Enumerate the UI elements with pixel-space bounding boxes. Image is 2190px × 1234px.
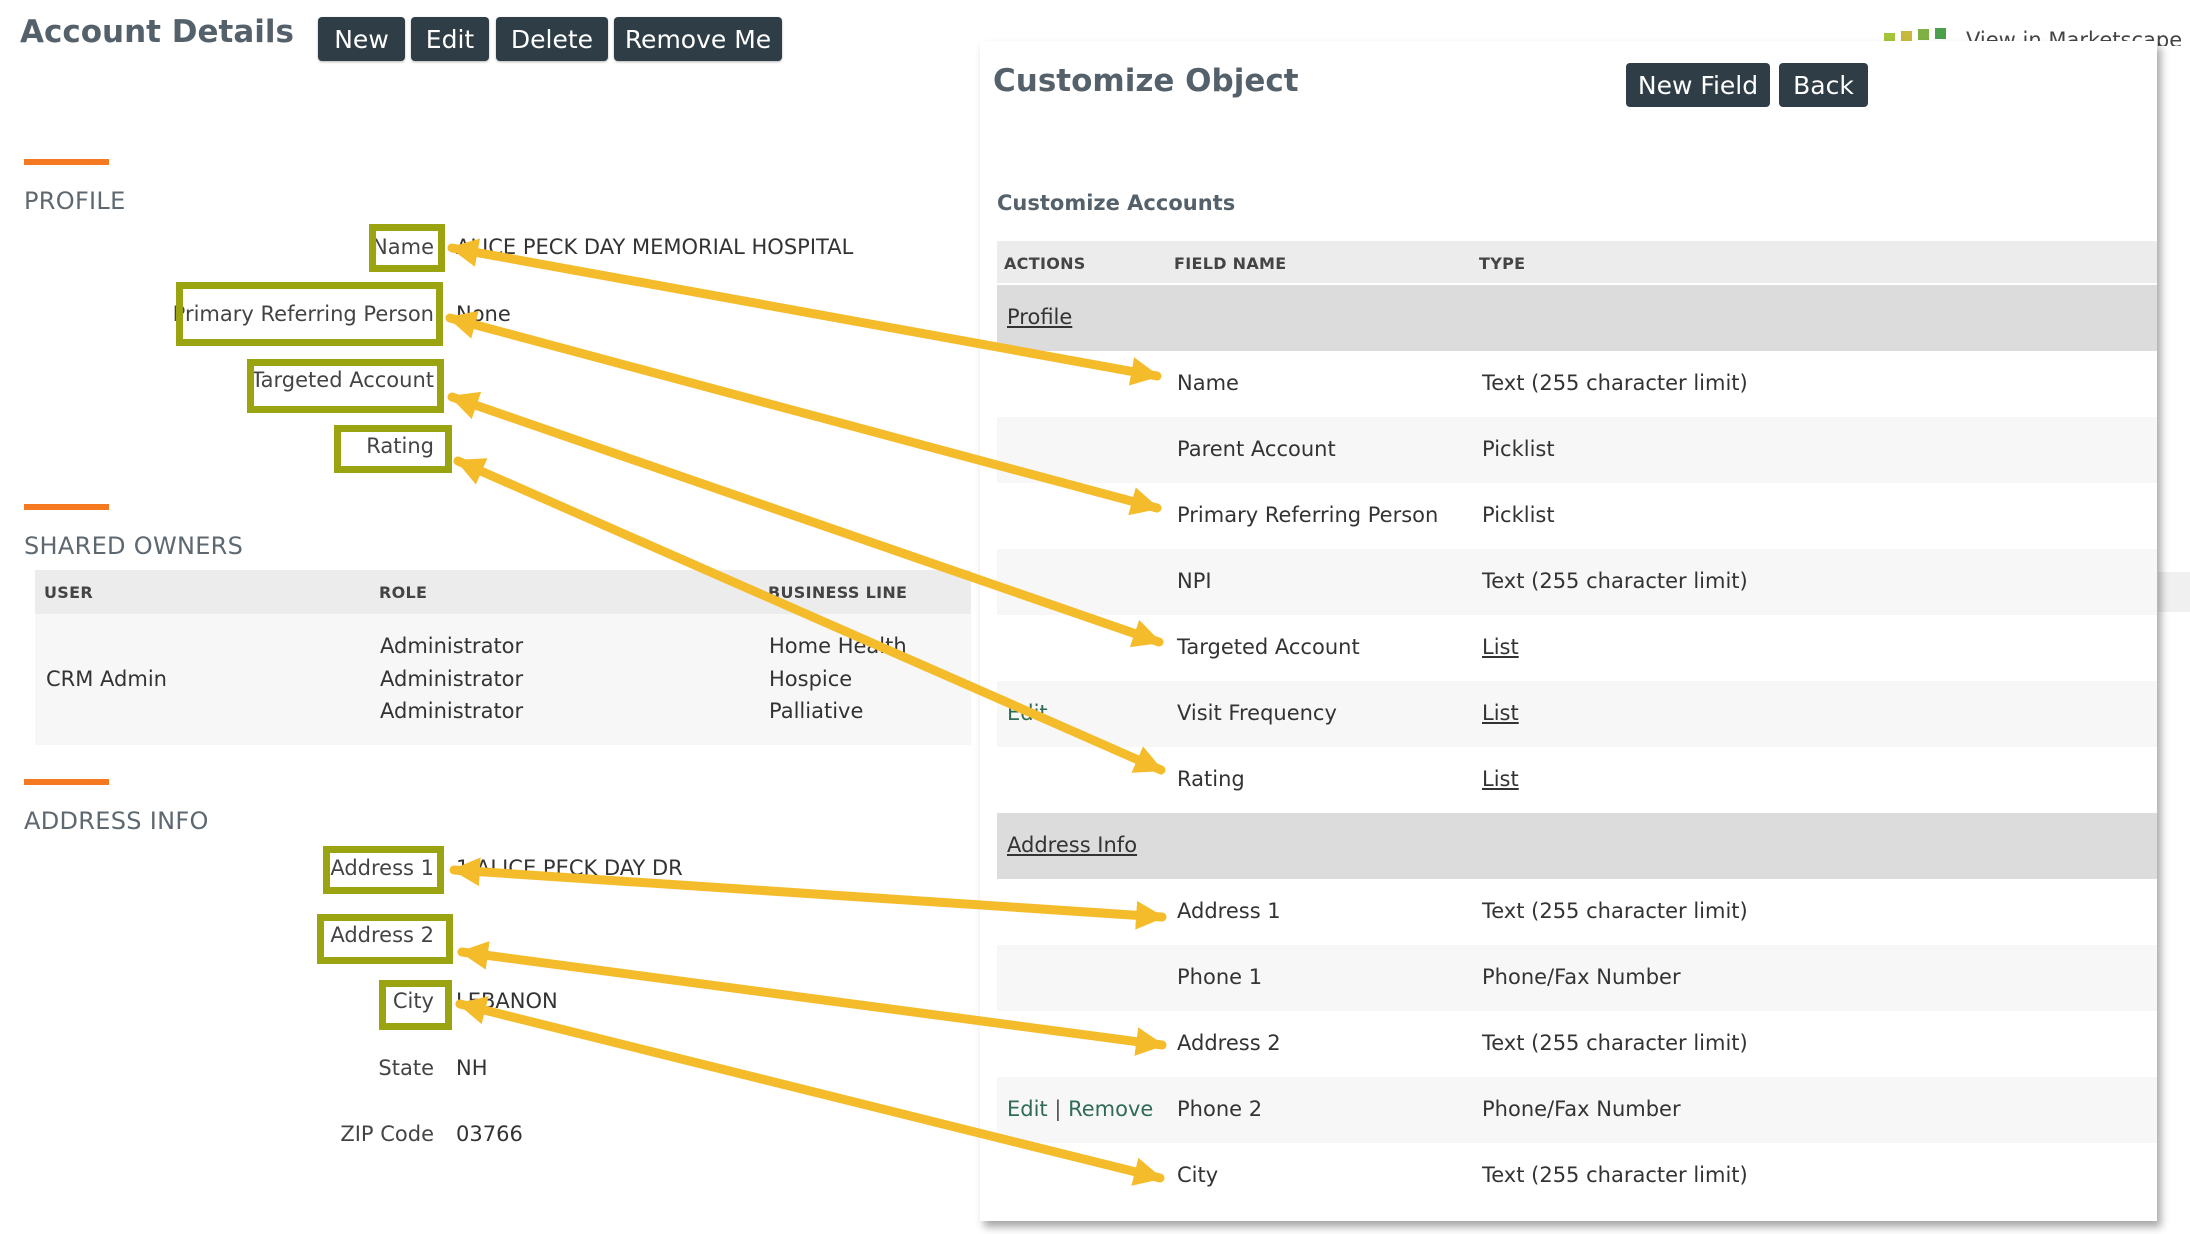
highlight-box bbox=[317, 914, 453, 964]
fields-table-header: ACTIONS FIELD NAME TYPE bbox=[997, 241, 2157, 283]
customize-object-title: Customize Object bbox=[993, 63, 1299, 99]
highlight-box bbox=[176, 282, 443, 346]
field-type: Picklist bbox=[1482, 437, 1555, 461]
field-type: Phone/Fax Number bbox=[1482, 1097, 1681, 1121]
field-name: Name bbox=[1177, 371, 1239, 395]
column-header-actions: ACTIONS bbox=[1004, 254, 1086, 273]
owner-business-line: Home Health bbox=[769, 634, 907, 658]
section-accent-bar bbox=[24, 159, 109, 165]
table-row: Edit Visit Frequency List bbox=[997, 681, 2157, 747]
marketscape-logo-icon bbox=[1918, 29, 1929, 40]
row-actions: Edit | Remove bbox=[1007, 1097, 1154, 1121]
group-link-address-info[interactable]: Address Info bbox=[1007, 833, 1137, 857]
city-value: LEBANON bbox=[456, 989, 558, 1013]
table-row: Address 1 Text (255 character limit) bbox=[997, 879, 2157, 945]
field-type: Text (255 character limit) bbox=[1482, 569, 1748, 593]
group-row-profile: Profile bbox=[997, 285, 2157, 351]
group-link-profile[interactable]: Profile bbox=[1007, 305, 1072, 329]
column-header-user: USER bbox=[44, 583, 93, 602]
remove-me-button[interactable]: Remove Me bbox=[614, 17, 782, 61]
new-field-button[interactable]: New Field bbox=[1626, 63, 1770, 107]
highlight-box bbox=[379, 980, 452, 1030]
field-name: NPI bbox=[1177, 569, 1212, 593]
table-row: Primary Referring Person Picklist bbox=[997, 483, 2157, 549]
field-name: Targeted Account bbox=[1177, 635, 1360, 659]
field-name: Address 2 bbox=[1177, 1031, 1281, 1055]
field-type: Text (255 character limit) bbox=[1482, 1163, 1748, 1187]
section-accent-bar bbox=[24, 504, 109, 510]
address-info-section-title: ADDRESS INFO bbox=[24, 807, 209, 835]
field-type-list-link[interactable]: List bbox=[1482, 635, 1519, 659]
group-row-address-info: Address Info bbox=[997, 813, 2157, 879]
profile-section-title: PROFILE bbox=[24, 187, 126, 215]
shared-owners-table: USER ROLE BUSINESS LINE CRM Admin Admini… bbox=[35, 570, 971, 745]
table-row: Address 2 Text (255 character limit) bbox=[997, 1011, 2157, 1077]
field-name: Visit Frequency bbox=[1177, 701, 1337, 725]
background-strip bbox=[2158, 572, 2190, 612]
field-name: Primary Referring Person bbox=[1177, 503, 1439, 527]
owner-business-line: Hospice bbox=[769, 667, 853, 691]
field-name: Phone 2 bbox=[1177, 1097, 1263, 1121]
field-type-list-link[interactable]: List bbox=[1482, 701, 1519, 725]
address-1-value: 1 ALICE PECK DAY DR bbox=[456, 856, 683, 880]
delete-button[interactable]: Delete bbox=[496, 17, 608, 61]
table-header: USER ROLE BUSINESS LINE bbox=[35, 570, 971, 614]
field-type: Picklist bbox=[1482, 503, 1555, 527]
state-label: State bbox=[378, 1056, 434, 1080]
highlight-box bbox=[247, 359, 444, 413]
field-name: Rating bbox=[1177, 767, 1245, 791]
zip-code-value: 03766 bbox=[456, 1122, 523, 1146]
field-name: Address 1 bbox=[1177, 899, 1281, 923]
edit-link[interactable]: Edit bbox=[1007, 1097, 1048, 1121]
owner-role: Administrator bbox=[380, 634, 524, 658]
table-row: Parent Account Picklist bbox=[997, 417, 2157, 483]
highlight-box bbox=[334, 425, 452, 473]
table-row: Targeted Account List bbox=[997, 615, 2157, 681]
highlight-box bbox=[369, 224, 445, 272]
marketscape-logo-icon bbox=[1935, 28, 1946, 39]
highlight-box bbox=[323, 846, 444, 894]
customize-object-panel: Customize Object New Field Back Customiz… bbox=[980, 41, 2157, 1221]
field-name: Phone 1 bbox=[1177, 965, 1263, 989]
primary-referring-person-value: None bbox=[456, 302, 511, 326]
state-value: NH bbox=[456, 1056, 488, 1080]
section-accent-bar bbox=[24, 779, 109, 785]
table-row: Rating List bbox=[997, 747, 2157, 813]
field-name: City bbox=[1177, 1163, 1219, 1187]
table-row: NPI Text (255 character limit) bbox=[997, 549, 2157, 615]
field-type: Text (255 character limit) bbox=[1482, 371, 1748, 395]
page-title: Account Details bbox=[20, 14, 294, 50]
field-type-list-link[interactable]: List bbox=[1482, 767, 1519, 791]
table-row: Name Text (255 character limit) bbox=[997, 351, 2157, 417]
table-row: City Text (255 character limit) bbox=[997, 1143, 2157, 1209]
field-type: Text (255 character limit) bbox=[1482, 899, 1748, 923]
column-header-role: ROLE bbox=[379, 583, 428, 602]
shared-owners-section-title: SHARED OWNERS bbox=[24, 532, 244, 560]
edit-link[interactable]: Edit bbox=[1007, 701, 1048, 725]
owner-role: Administrator bbox=[380, 699, 524, 723]
customize-accounts-subtitle: Customize Accounts bbox=[997, 191, 1236, 215]
field-name: Parent Account bbox=[1177, 437, 1336, 461]
owner-role: Administrator bbox=[380, 667, 524, 691]
new-button[interactable]: New bbox=[318, 17, 405, 61]
back-button[interactable]: Back bbox=[1779, 63, 1868, 107]
edit-button[interactable]: Edit bbox=[411, 17, 489, 61]
name-value: ALICE PECK DAY MEMORIAL HOSPITAL bbox=[456, 235, 854, 259]
column-header-field-name: FIELD NAME bbox=[1174, 254, 1287, 273]
column-header-business-line: BUSINESS LINE bbox=[768, 583, 908, 602]
field-type: Phone/Fax Number bbox=[1482, 965, 1681, 989]
zip-code-label: ZIP Code bbox=[340, 1122, 434, 1146]
owner-business-line: Palliative bbox=[769, 699, 864, 723]
column-header-type: TYPE bbox=[1479, 254, 1526, 273]
field-type: Text (255 character limit) bbox=[1482, 1031, 1748, 1055]
table-row: Edit | Remove Phone 2 Phone/Fax Number bbox=[997, 1077, 2157, 1143]
owner-user: CRM Admin bbox=[46, 667, 167, 691]
remove-link[interactable]: Remove bbox=[1068, 1097, 1153, 1121]
table-row: Phone 1 Phone/Fax Number bbox=[997, 945, 2157, 1011]
